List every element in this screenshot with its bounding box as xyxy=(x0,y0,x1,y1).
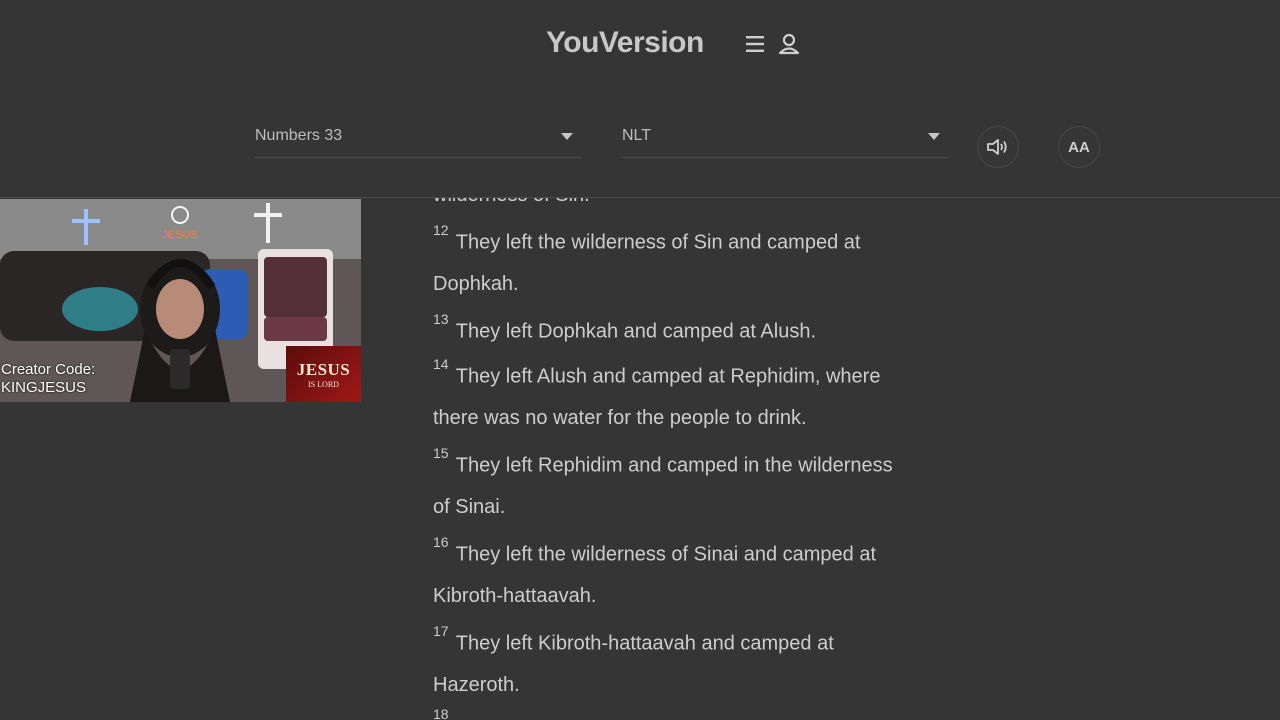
verse-text: They left Dophkah and camped at Alush. xyxy=(455,320,817,343)
verse-number: 15 xyxy=(433,445,449,461)
verse-number: 13 xyxy=(433,311,449,327)
verse-17-continued: Hazeroth. xyxy=(433,674,520,696)
top-navigation-bar: YouVersion Numbers 33 NLT AA xyxy=(0,0,1280,198)
verse-17: 17 They left Kibroth-hattaavah and campe… xyxy=(433,623,834,656)
book-chapter-select[interactable]: Numbers 33 xyxy=(255,118,581,158)
bible-version-select[interactable]: NLT xyxy=(622,118,948,158)
partial-verse-bottom: 18 xyxy=(433,706,451,720)
badge-main-text: JESUS xyxy=(296,360,351,379)
verse-number: 16 xyxy=(433,534,449,550)
hamburger-menu-icon[interactable] xyxy=(744,33,766,55)
jesus-is-lord-logo: JESUS IS LORD xyxy=(286,346,361,402)
speaker-audio-icon xyxy=(987,139,1007,155)
book-chapter-value: Numbers 33 xyxy=(255,127,343,144)
verse-text: They left the wilderness of Sin and camp… xyxy=(455,231,861,254)
font-size-button[interactable]: AA xyxy=(1058,126,1100,168)
verse-text: They left Kibroth-hattaavah and camped a… xyxy=(455,632,834,655)
verse-number: 14 xyxy=(433,356,449,372)
verse-13: 13 They left Dophkah and camped at Alush… xyxy=(433,311,817,344)
verse-12-continued: Dophkah. xyxy=(433,273,519,295)
verse-16: 16 They left the wilderness of Sinai and… xyxy=(433,534,877,567)
font-size-label: AA xyxy=(1068,138,1090,156)
verse-14-continued: there was no water for the people to dri… xyxy=(433,407,807,429)
neon-sign-text: JESUS xyxy=(162,229,197,241)
verse-15-continued: of Sinai. xyxy=(433,496,506,518)
creator-code-label: Creator Code: xyxy=(1,361,96,378)
audio-play-button[interactable] xyxy=(977,126,1019,168)
creator-code-value: KINGJESUS xyxy=(1,379,87,396)
verse-text: They left Rephidim and camped in the wil… xyxy=(455,454,893,477)
bible-reader-content: wilderness of Sin. 12 They left the wild… xyxy=(433,180,993,720)
version-value: NLT xyxy=(622,127,652,144)
verse-number: 17 xyxy=(433,623,449,639)
chevron-down-icon xyxy=(928,133,940,140)
creator-code-text: Creator Code: KINGJESUS xyxy=(1,361,95,397)
verse-number: 18 xyxy=(433,706,449,720)
verse-16-continued: Kibroth-hattaavah. xyxy=(433,585,597,607)
user-profile-icon[interactable] xyxy=(778,32,800,56)
verse-15: 15 They left Rephidim and camped in the … xyxy=(433,445,893,478)
verse-text: They left the wilderness of Sinai and ca… xyxy=(455,543,877,566)
youversion-logo[interactable]: YouVersion xyxy=(546,26,704,60)
verse-12: 12 They left the wilderness of Sin and c… xyxy=(433,222,861,255)
verse-text: They left Alush and camped at Rephidim, … xyxy=(455,365,881,388)
verse-number: 12 xyxy=(433,222,449,238)
verse-14: 14 They left Alush and camped at Rephidi… xyxy=(433,356,881,389)
badge-sub-text: IS LORD xyxy=(308,380,339,389)
chevron-down-icon xyxy=(561,133,573,140)
